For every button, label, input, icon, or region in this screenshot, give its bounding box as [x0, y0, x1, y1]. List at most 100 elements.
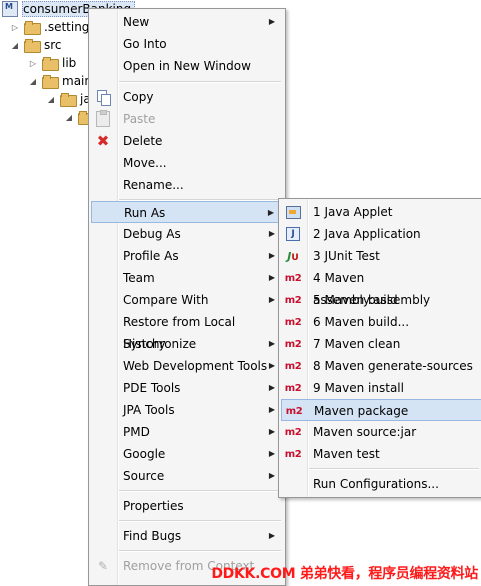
- tree-item-java[interactable]: ◢ ja: [46, 90, 91, 108]
- menu-item-delete[interactable]: ✖ Delete: [91, 130, 281, 152]
- submenu-item-label: 1 Java Applet: [313, 205, 393, 219]
- maven-m2-icon: m2: [284, 272, 302, 284]
- submenu-arrow-icon: ▶: [268, 449, 275, 458]
- menu-item-synchronize[interactable]: Synchronize ▶: [91, 333, 281, 355]
- submenu-item-label: 6 Maven build...: [313, 315, 410, 329]
- tree-item-lib[interactable]: ▷ lib: [28, 54, 76, 72]
- menu-item-compare-with[interactable]: Compare With ▶: [91, 289, 281, 311]
- menu-item-debug-as[interactable]: Debug As ▶: [91, 223, 281, 245]
- tree-item-settings[interactable]: ▷ .settings: [10, 18, 96, 36]
- submenu-item-maven-build[interactable]: m2 5 Maven build: [281, 289, 481, 311]
- submenu-arrow-icon: ▶: [268, 471, 275, 480]
- menu-item-google[interactable]: Google ▶: [91, 443, 281, 465]
- submenu-arrow-icon: ▶: [267, 208, 274, 217]
- collapse-icon[interactable]: ◢: [10, 41, 20, 50]
- menu-item-label: Paste: [123, 112, 156, 126]
- menu-item-find-bugs[interactable]: Find Bugs ▶: [91, 525, 281, 547]
- folder-icon: [42, 75, 59, 89]
- menu-item-label: Team: [123, 271, 155, 285]
- submenu-item-run-configurations[interactable]: Run Configurations...: [281, 473, 481, 495]
- submenu-item-maven-assembly[interactable]: m2 4 Maven assembly:assembly: [281, 267, 481, 307]
- menu-item-pde-tools[interactable]: PDE Tools ▶: [91, 377, 281, 399]
- menu-item-copy[interactable]: Copy: [91, 86, 281, 108]
- submenu-item-maven-package[interactable]: m2 Maven package: [281, 399, 481, 421]
- watermark-text: DDKK.COM 弟弟快看，程序员编程资料站: [211, 566, 478, 582]
- submenu-item-maven-install[interactable]: m2 9 Maven install: [281, 377, 481, 399]
- submenu-arrow-icon: ▶: [268, 295, 275, 304]
- tree-item-label: src: [44, 38, 62, 52]
- submenu-arrow-icon: ▶: [268, 251, 275, 260]
- menu-item-run-as[interactable]: Run As ▶: [91, 201, 281, 223]
- menu-item-go-into[interactable]: Go Into: [91, 33, 281, 55]
- menu-item-label: Profile As: [123, 249, 179, 263]
- menu-separator: [119, 550, 281, 552]
- submenu-arrow-icon: ▶: [268, 339, 275, 348]
- submenu-item-junit-test[interactable]: JU 3 JUnit Test: [281, 245, 481, 267]
- menu-item-pmd[interactable]: PMD ▶: [91, 421, 281, 443]
- menu-item-label: Debug As: [123, 227, 181, 241]
- submenu-arrow-icon: ▶: [268, 17, 275, 26]
- collapse-icon[interactable]: ◢: [64, 113, 74, 122]
- menu-item-move[interactable]: Move...: [91, 152, 281, 174]
- submenu-item-maven-test[interactable]: m2 Maven test: [281, 443, 481, 465]
- menu-item-web-development-tools[interactable]: Web Development Tools ▶: [91, 355, 281, 377]
- submenu-item-maven-generate-sources[interactable]: m2 8 Maven generate-sources: [281, 355, 481, 377]
- collapse-icon[interactable]: ◢: [46, 95, 56, 104]
- menu-item-label: Rename...: [123, 178, 184, 192]
- maven-m2-icon: m2: [284, 382, 302, 394]
- menu-item-profile-as[interactable]: Profile As ▶: [91, 245, 281, 267]
- menu-item-label: Properties: [123, 499, 184, 513]
- maven-m2-icon: m2: [284, 360, 302, 372]
- menu-item-paste: Paste: [91, 108, 281, 130]
- submenu-item-java-applet[interactable]: 1 Java Applet: [281, 201, 481, 223]
- tree-item-label: lib: [62, 56, 77, 70]
- menu-separator: [119, 81, 281, 83]
- paste-icon: [96, 110, 110, 127]
- menu-item-label: Go Into: [123, 37, 167, 51]
- maven-project-icon: [2, 1, 18, 17]
- submenu-item-maven-clean[interactable]: m2 7 Maven clean: [281, 333, 481, 355]
- submenu-item-maven-build-dialog[interactable]: m2 6 Maven build...: [281, 311, 481, 333]
- submenu-item-label: 7 Maven clean: [313, 337, 401, 351]
- menu-separator: [119, 520, 281, 522]
- collapse-icon[interactable]: ◢: [28, 77, 38, 86]
- menu-item-properties[interactable]: Properties: [91, 495, 281, 517]
- run-as-submenu: 1 Java Applet J 2 Java Application JU 3 …: [278, 198, 481, 498]
- maven-m2-icon: m2: [284, 338, 302, 350]
- menu-item-source[interactable]: Source ▶: [91, 465, 281, 487]
- menu-item-restore-from-local-history[interactable]: Restore from Local History: [91, 311, 281, 351]
- remove-context-icon: ✎: [97, 559, 109, 573]
- submenu-item-label: 8 Maven generate-sources: [313, 359, 473, 373]
- submenu-item-label: 2 Java Application: [313, 227, 421, 241]
- submenu-item-java-application[interactable]: J 2 Java Application: [281, 223, 481, 245]
- delete-icon: ✖: [96, 131, 110, 150]
- junit-icon-u: U: [291, 252, 299, 263]
- menu-item-team[interactable]: Team ▶: [91, 267, 281, 289]
- submenu-item-label: Maven source:jar: [313, 425, 417, 439]
- submenu-arrow-icon: ▶: [268, 531, 275, 540]
- submenu-item-label: Maven package: [314, 404, 409, 418]
- tree-item-main[interactable]: ◢ main: [28, 72, 92, 90]
- submenu-item-maven-source-jar[interactable]: m2 Maven source:jar: [281, 421, 481, 443]
- junit-icon: JU: [287, 250, 298, 263]
- expand-icon[interactable]: ▷: [10, 23, 20, 32]
- menu-item-label: Delete: [123, 134, 163, 148]
- submenu-item-label: Run Configurations...: [313, 477, 439, 491]
- submenu-item-label: 9 Maven install: [313, 381, 404, 395]
- menu-item-label: PDE Tools: [123, 381, 181, 395]
- menu-item-open-in-new-window[interactable]: Open in New Window: [91, 55, 281, 77]
- maven-m2-icon: m2: [284, 448, 302, 460]
- menu-item-new[interactable]: New ▶: [91, 11, 281, 33]
- menu-item-label: Source: [123, 469, 165, 483]
- menu-item-label: Move...: [123, 156, 167, 170]
- menu-item-jpa-tools[interactable]: JPA Tools ▶: [91, 399, 281, 421]
- menu-item-label: Synchronize: [123, 337, 197, 351]
- java-applet-icon: [285, 205, 301, 219]
- menu-item-label: Google: [123, 447, 166, 461]
- folder-icon: [24, 39, 41, 53]
- tree-item-src[interactable]: ◢ src: [10, 36, 62, 54]
- menu-item-rename[interactable]: Rename...: [91, 174, 281, 196]
- maven-m2-icon: m2: [284, 294, 302, 306]
- expand-icon[interactable]: ▷: [28, 59, 38, 68]
- menu-item-label: New: [123, 15, 150, 29]
